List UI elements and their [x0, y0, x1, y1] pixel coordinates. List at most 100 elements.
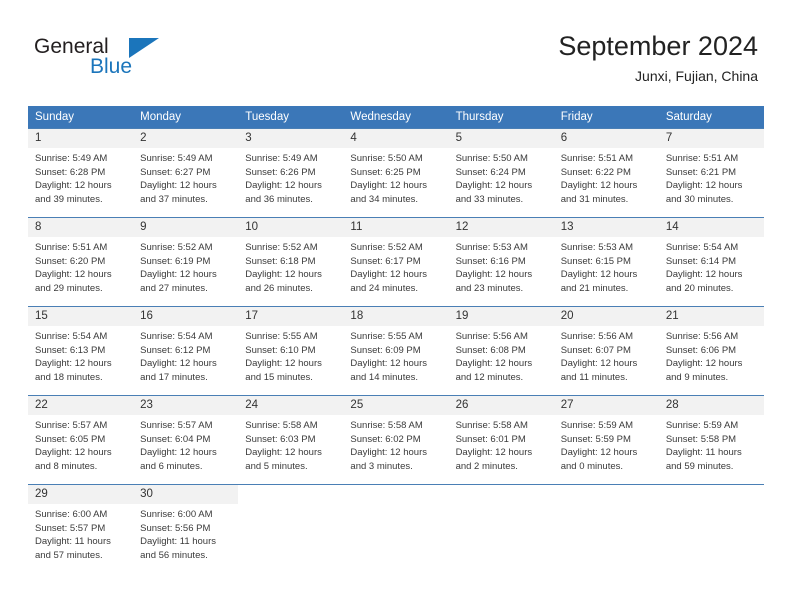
day-number — [658, 485, 764, 504]
daylight-text: Daylight: 12 hours and 11 minutes. — [560, 358, 638, 383]
sunset-text: Sunset: 6:18 PM — [245, 255, 316, 267]
calendar-day-cell[interactable]: 10 Sunrise: 5:52 AM Sunset: 6:18 PM Dayligh… — [238, 217, 344, 307]
day-number: 3 — [238, 129, 344, 148]
calendar-day-cell[interactable]: 3 Sunrise: 5:49 AM Sunset: 6:26 PM Daylight… — [238, 128, 344, 218]
sunrise-text: Sunrise: 5:49 AM — [140, 153, 213, 164]
sunrise-text: Sunrise: 5:50 AM — [455, 153, 528, 164]
day-number: 9 — [133, 218, 239, 237]
calendar-day-cell[interactable]: 23 Sunrise: 5:57 AM Sunset: 6:04 PM Dayligh… — [133, 395, 239, 485]
calendar-day-cell-empty — [658, 484, 764, 573]
day-details: Sunrise: 5:49 AM Sunset: 6:26 PM Daylight:… — [238, 148, 343, 206]
sunrise-text: Sunrise: 6:00 AM — [35, 509, 108, 520]
calendar-day-cell[interactable]: 5 Sunrise: 5:50 AM Sunset: 6:24 PM Daylight… — [448, 128, 554, 218]
page-title: September 2024 — [558, 31, 758, 61]
day-details: Sunrise: 5:53 AM Sunset: 6:16 PM Daylight:… — [449, 237, 554, 295]
calendar-day-cell[interactable]: 8 Sunrise: 5:51 AM Sunset: 6:20 PM Daylight… — [28, 217, 134, 307]
daylight-text: Daylight: 12 hours and 17 minutes. — [140, 358, 217, 383]
day-details: Sunrise: 5:49 AM Sunset: 6:27 PM Daylight:… — [133, 148, 238, 206]
day-details: Sunrise: 5:55 AM Sunset: 6:10 PM Daylight:… — [238, 326, 343, 384]
calendar-day-cell[interactable]: 18 Sunrise: 5:55 AM Sunset: 6:09 PM Dayligh… — [343, 306, 449, 396]
sunset-text: Sunset: 6:21 PM — [665, 166, 737, 178]
calendar-day-cell[interactable]: 1 Sunrise: 5:49 AM Sunset: 6:28 PM Daylight… — [28, 128, 134, 218]
day-number: 13 — [553, 218, 659, 237]
calendar-day-cell[interactable]: 4 Sunrise: 5:50 AM Sunset: 6:25 PM Daylight… — [343, 128, 449, 218]
day-number: 14 — [658, 218, 764, 237]
sunset-text: Sunset: 5:57 PM — [35, 522, 106, 534]
day-details: Sunrise: 5:50 AM Sunset: 6:25 PM Daylight:… — [343, 148, 448, 206]
sunset-text: Sunset: 6:16 PM — [455, 255, 526, 267]
daylight-text: Daylight: 12 hours and 5 minutes. — [245, 447, 322, 472]
calendar-day-cell[interactable]: 2 Sunrise: 5:49 AM Sunset: 6:27 PM Daylight… — [133, 128, 239, 218]
day-number: 28 — [658, 396, 764, 415]
calendar-day-cell[interactable]: 20 Sunrise: 5:56 AM Sunset: 6:07 PM Dayligh… — [553, 306, 659, 396]
day-number — [553, 485, 659, 504]
sunrise-text: Sunrise: 5:51 AM — [560, 153, 634, 164]
day-number — [343, 485, 449, 504]
sunset-text: Sunset: 5:59 PM — [560, 433, 631, 445]
day-number: 8 — [28, 218, 134, 237]
calendar-day-cell-empty — [343, 484, 449, 573]
calendar-day-cell[interactable]: 19 Sunrise: 5:56 AM Sunset: 6:08 PM Dayligh… — [448, 306, 554, 396]
daylight-text: Daylight: 12 hours and 36 minutes. — [245, 180, 322, 205]
sunset-text: Sunset: 6:24 PM — [455, 166, 526, 178]
day-number — [238, 485, 344, 504]
sunset-text: Sunset: 6:12 PM — [140, 344, 211, 356]
day-details: Sunrise: 5:50 AM Sunset: 6:24 PM Daylight:… — [449, 148, 554, 206]
sunrise-text: Sunrise: 5:54 AM — [665, 242, 739, 253]
day-number: 15 — [28, 307, 134, 326]
calendar-day-cell[interactable]: 28 Sunrise: 5:59 AM Sunset: 5:58 PM Dayligh… — [658, 395, 764, 485]
calendar-day-cell[interactable]: 12 Sunrise: 5:53 AM Sunset: 6:16 PM Dayligh… — [448, 217, 554, 307]
day-number: 26 — [448, 396, 554, 415]
day-number: 16 — [133, 307, 239, 326]
calendar-week-row: 22 Sunrise: 5:57 AM Sunset: 6:05 PM Dayligh… — [28, 395, 764, 485]
day-number: 27 — [553, 396, 659, 415]
calendar-day-cell[interactable]: 9 Sunrise: 5:52 AM Sunset: 6:19 PM Daylight… — [133, 217, 239, 307]
day-number: 20 — [553, 307, 659, 326]
calendar-day-cell[interactable]: 16 Sunrise: 5:54 AM Sunset: 6:12 PM Dayligh… — [133, 306, 239, 396]
sunrise-text: Sunrise: 6:00 AM — [140, 509, 213, 520]
calendar-day-cell[interactable]: 21 Sunrise: 5:56 AM Sunset: 6:06 PM Dayligh… — [658, 306, 764, 396]
calendar-day-cell[interactable]: 14 Sunrise: 5:54 AM Sunset: 6:14 PM Dayligh… — [658, 217, 764, 307]
daylight-text: Daylight: 12 hours and 3 minutes. — [350, 447, 427, 472]
calendar-day-cell[interactable]: 17 Sunrise: 5:55 AM Sunset: 6:10 PM Dayligh… — [238, 306, 344, 396]
calendar-week-row: 8 Sunrise: 5:51 AM Sunset: 6:20 PM Daylight… — [28, 217, 764, 307]
day-details: Sunrise: 5:52 AM Sunset: 6:19 PM Daylight:… — [133, 237, 238, 295]
sunset-text: Sunset: 6:03 PM — [245, 433, 316, 445]
calendar-day-cell[interactable]: 26 Sunrise: 5:58 AM Sunset: 6:01 PM Dayligh… — [448, 395, 554, 485]
sunset-text: Sunset: 6:14 PM — [665, 255, 737, 267]
calendar-day-cell-empty — [448, 484, 554, 573]
calendar-day-cell[interactable]: 29 Sunrise: 6:00 AM Sunset: 5:57 PM Dayligh… — [28, 484, 134, 573]
sunrise-text: Sunrise: 5:49 AM — [245, 153, 318, 164]
day-details: Sunrise: 5:56 AM Sunset: 6:08 PM Daylight:… — [449, 326, 554, 384]
sunrise-text: Sunrise: 5:55 AM — [245, 331, 318, 342]
sunrise-text: Sunrise: 5:53 AM — [560, 242, 634, 253]
day-number: 2 — [133, 129, 239, 148]
day-number: 24 — [238, 396, 344, 415]
daylight-text: Daylight: 12 hours and 24 minutes. — [350, 269, 427, 294]
sunrise-text: Sunrise: 5:56 AM — [455, 331, 528, 342]
sunrise-text: Sunrise: 5:56 AM — [560, 331, 634, 342]
day-number: 21 — [658, 307, 764, 326]
daylight-text: Daylight: 12 hours and 15 minutes. — [245, 358, 322, 383]
day-details: Sunrise: 6:00 AM Sunset: 5:57 PM Daylight:… — [28, 504, 133, 562]
sunrise-text: Sunrise: 5:56 AM — [665, 331, 739, 342]
weekday-header-friday: Friday — [553, 106, 659, 129]
day-details: Sunrise: 5:59 AM Sunset: 5:59 PM Daylight:… — [554, 415, 659, 473]
day-details: Sunrise: 5:54 AM Sunset: 6:13 PM Daylight:… — [28, 326, 133, 384]
calendar-day-cell[interactable]: 30 Sunrise: 6:00 AM Sunset: 5:56 PM Dayligh… — [133, 484, 239, 573]
general-blue-logo[interactable]: General Blue — [34, 36, 214, 84]
calendar-day-cell[interactable]: 27 Sunrise: 5:59 AM Sunset: 5:59 PM Dayligh… — [553, 395, 659, 485]
calendar-day-cell[interactable]: 6 Sunrise: 5:51 AM Sunset: 6:22 PM Daylight… — [553, 128, 659, 218]
calendar-day-cell[interactable]: 7 Sunrise: 5:51 AM Sunset: 6:21 PM Daylight… — [658, 128, 764, 218]
calendar-day-cell[interactable]: 11 Sunrise: 5:52 AM Sunset: 6:17 PM Dayligh… — [343, 217, 449, 307]
logo-text-blue: Blue — [90, 55, 133, 78]
calendar-day-cell[interactable]: 13 Sunrise: 5:53 AM Sunset: 6:15 PM Dayligh… — [553, 217, 659, 307]
calendar-day-cell[interactable]: 25 Sunrise: 5:58 AM Sunset: 6:02 PM Dayligh… — [343, 395, 449, 485]
day-number: 1 — [28, 129, 134, 148]
sunset-text: Sunset: 6:25 PM — [350, 166, 421, 178]
calendar-day-cell[interactable]: 24 Sunrise: 5:58 AM Sunset: 6:03 PM Dayligh… — [238, 395, 344, 485]
calendar-day-cell[interactable]: 15 Sunrise: 5:54 AM Sunset: 6:13 PM Dayligh… — [28, 306, 134, 396]
daylight-text: Daylight: 12 hours and 8 minutes. — [35, 447, 112, 472]
sunrise-text: Sunrise: 5:54 AM — [35, 331, 108, 342]
calendar-day-cell[interactable]: 22 Sunrise: 5:57 AM Sunset: 6:05 PM Dayligh… — [28, 395, 134, 485]
